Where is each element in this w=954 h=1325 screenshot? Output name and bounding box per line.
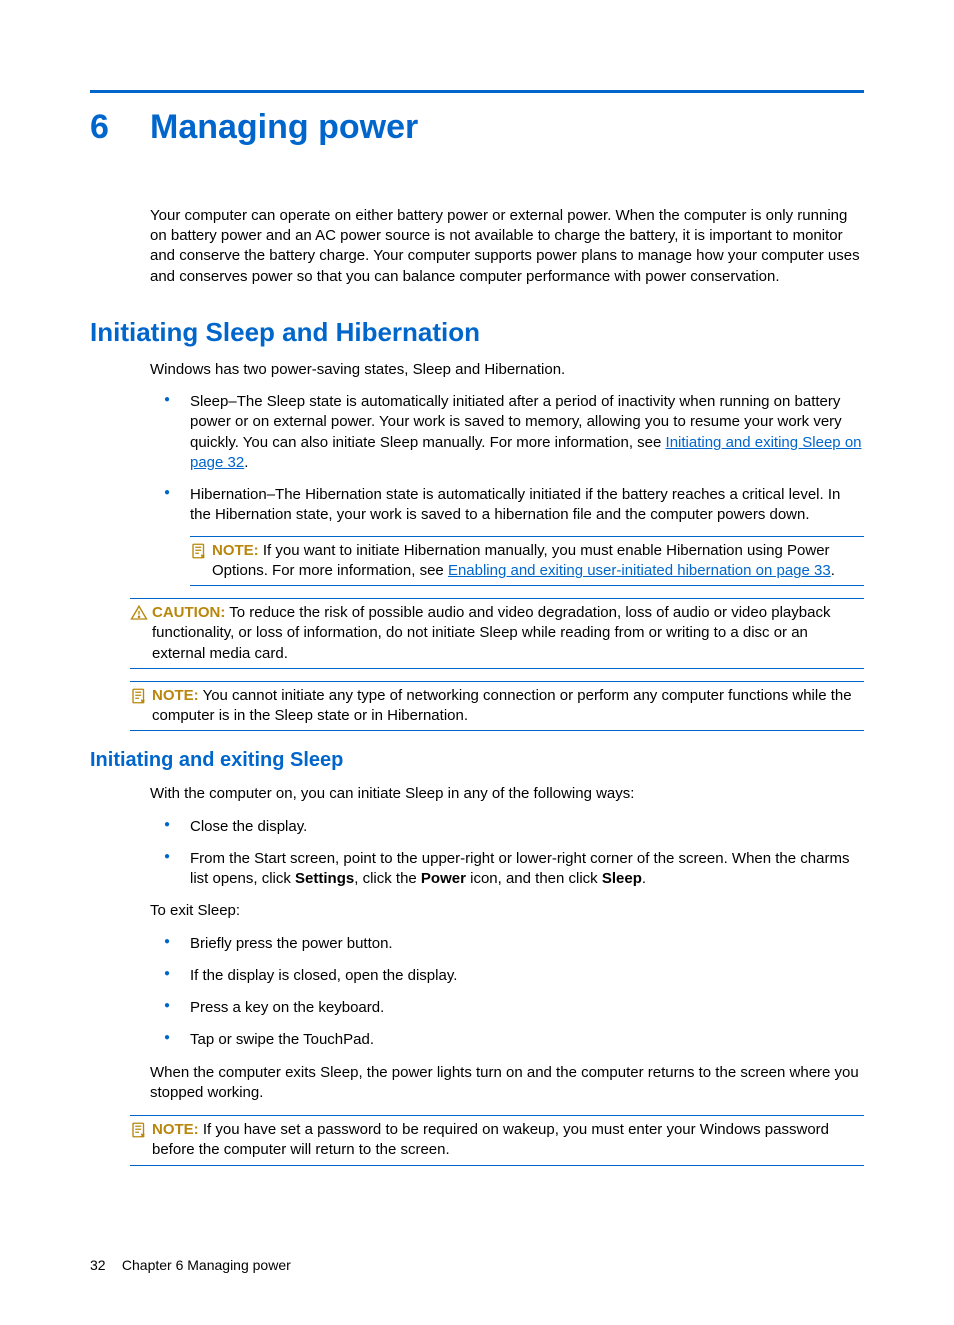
note-label: NOTE: [212, 542, 259, 559]
note-icon [130, 686, 152, 727]
caution-label: CAUTION: [152, 604, 225, 621]
page-number: 32 [90, 1256, 118, 1275]
state-list: Sleep–The Sleep state is automatically i… [150, 392, 864, 586]
exit-intro: To exit Sleep: [150, 901, 864, 921]
exit-result: When the computer exits Sleep, the power… [150, 1063, 864, 1104]
list-item: From the Start screen, point to the uppe… [150, 849, 864, 890]
note-admonition: NOTE: If you have set a password to be r… [130, 1115, 864, 1166]
section-heading: Initiating Sleep and Hibernation [90, 315, 864, 350]
note-admonition: NOTE: You cannot initiate any type of ne… [130, 681, 864, 732]
section-intro: Windows has two power-saving states, Sle… [150, 360, 864, 380]
page-footer: 32 Chapter 6 Managing power [90, 1256, 864, 1275]
link-enabling-hibernation[interactable]: Enabling and exiting user-initiated hibe… [448, 562, 831, 579]
subsection-intro: With the computer on, you can initiate S… [150, 784, 864, 804]
list-item: Tap or swipe the TouchPad. [150, 1030, 864, 1050]
list-item: Hibernation–The Hibernation state is aut… [150, 485, 864, 586]
note-icon [130, 1120, 152, 1161]
chapter-intro: Your computer can operate on either batt… [150, 206, 864, 287]
exit-list: Briefly press the power button. If the d… [150, 934, 864, 1051]
footer-text: Chapter 6 Managing power [122, 1257, 291, 1273]
chapter-number: 6 [90, 105, 150, 151]
list-item: Sleep–The Sleep state is automatically i… [150, 392, 864, 473]
chapter-top-rule [90, 90, 864, 93]
list-item: Briefly press the power button. [150, 934, 864, 954]
list-item: If the display is closed, open the displ… [150, 966, 864, 986]
note-label: NOTE: [152, 1121, 199, 1138]
note-icon [190, 541, 212, 582]
note-label: NOTE: [152, 687, 199, 704]
chapter-heading: 6Managing power [90, 105, 864, 151]
list-item: Close the display. [150, 817, 864, 837]
caution-icon [130, 603, 152, 664]
note-admonition: NOTE: If you want to initiate Hibernatio… [190, 536, 864, 587]
subsection-heading: Initiating and exiting Sleep [90, 747, 864, 774]
chapter-title: Managing power [150, 108, 418, 146]
initiate-list: Close the display. From the Start screen… [150, 817, 864, 890]
list-item: Press a key on the keyboard. [150, 998, 864, 1018]
caution-admonition: CAUTION: To reduce the risk of possible … [130, 598, 864, 669]
